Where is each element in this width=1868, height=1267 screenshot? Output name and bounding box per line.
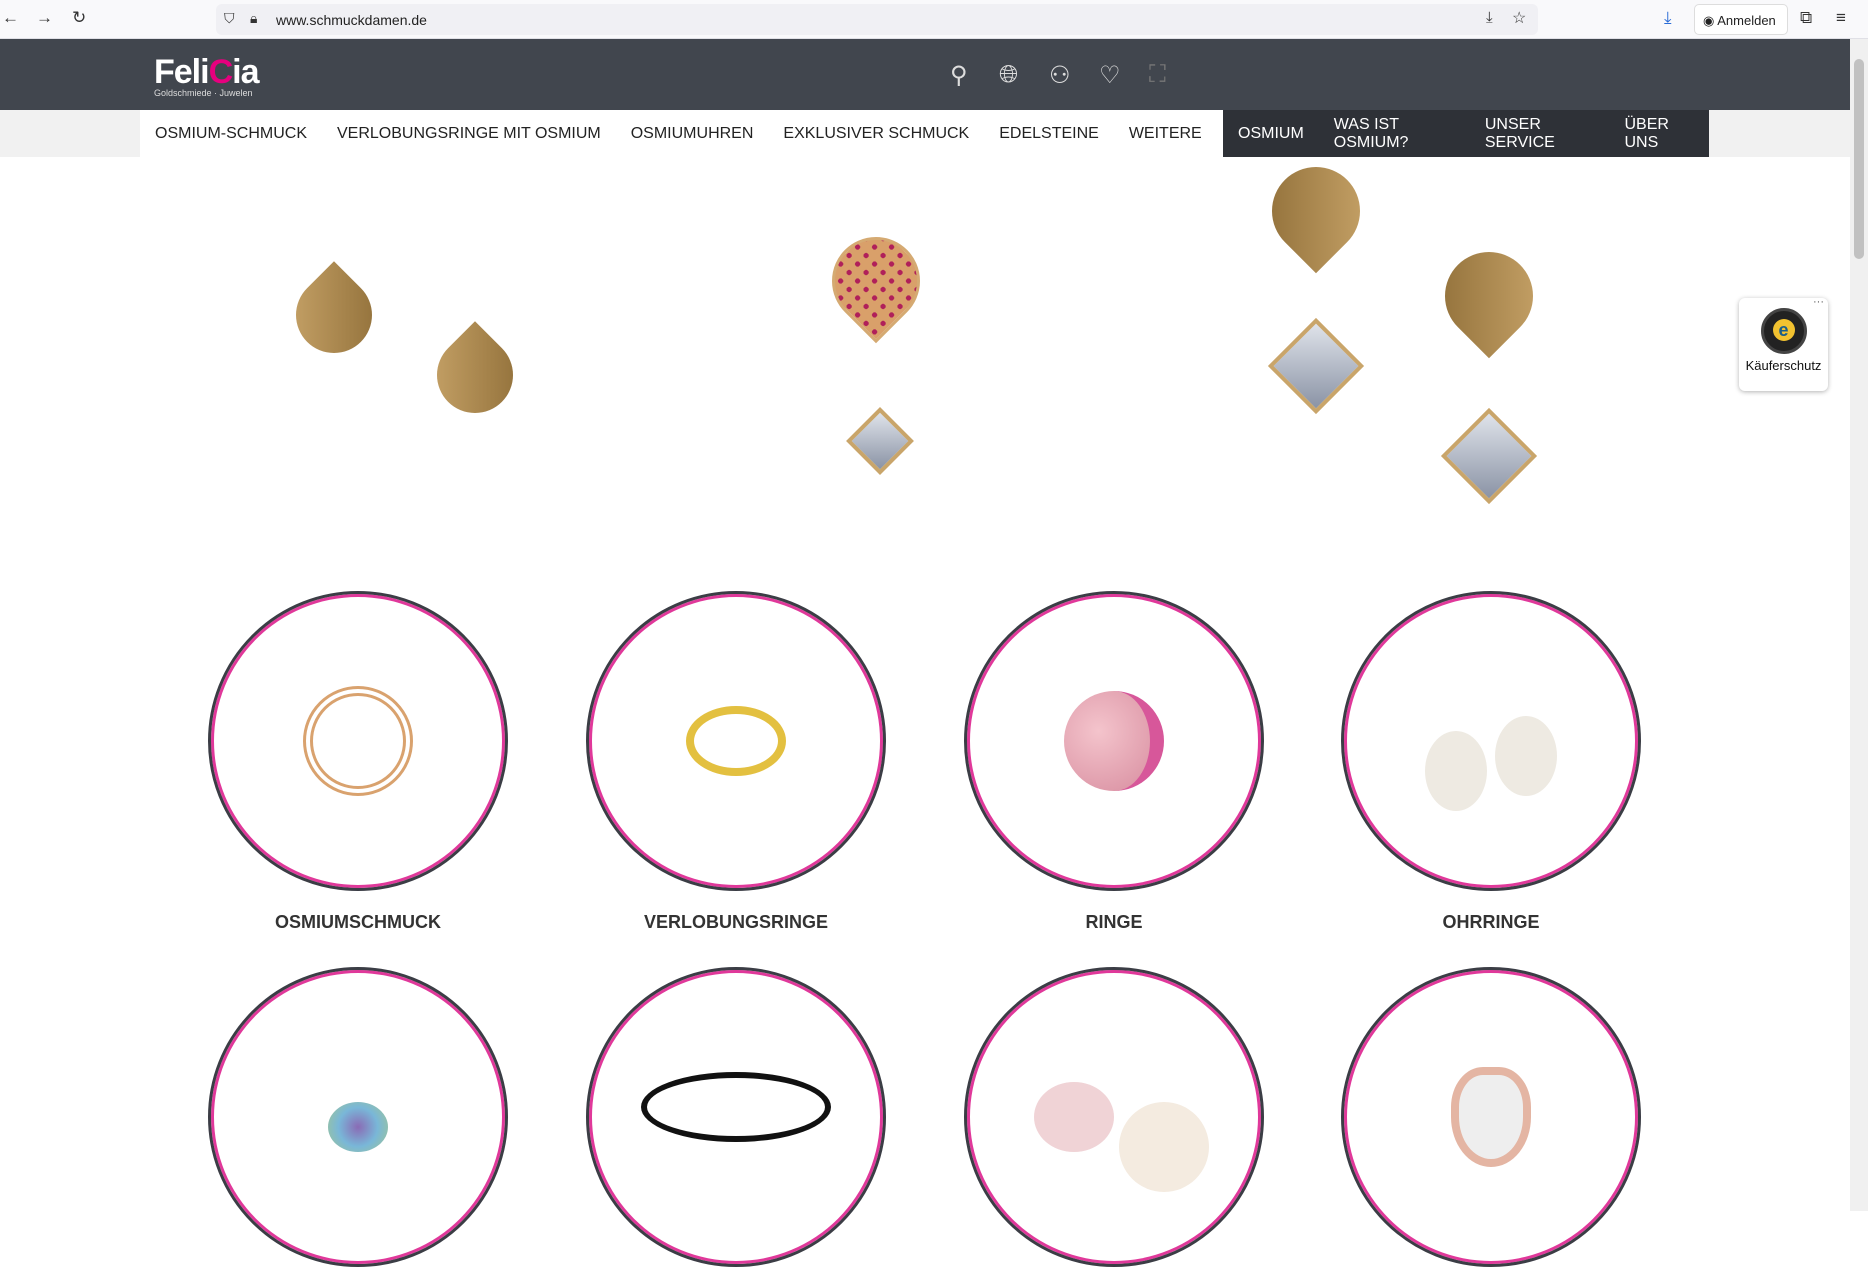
shield-icon: ⛉	[224, 10, 235, 26]
earring-diamond-image	[1267, 317, 1365, 415]
category-osmiumschmuck[interactable]: OSMIUMSCHMUCK	[208, 591, 508, 933]
ring-image	[303, 686, 413, 796]
menu-icon[interactable]: ≡	[1836, 8, 1846, 28]
category-ohrringe[interactable]: OHRRINGE	[1341, 591, 1641, 933]
nav-edelsteine[interactable]: EDELSTEINE	[984, 125, 1114, 143]
heart-icon[interactable]: ♡	[1099, 61, 1121, 90]
pendant-diamond-image	[846, 407, 914, 475]
browser-toolbar: ← → ↻ ⛉ 🔒︎ www.schmuckdamen.de ⤓ ☆ ⤓ ◉ A…	[0, 0, 1868, 39]
felicia-logo[interactable]: FeliCia Goldschmiede · Juwelen	[154, 53, 260, 98]
category-label[interactable]: OHRRINGE	[1341, 912, 1641, 933]
category-tile[interactable]	[1341, 967, 1641, 1267]
nav-verlobungsringe[interactable]: VERLOBUNGSRINGE MIT OSMIUM	[322, 125, 616, 143]
signin-label: Anmelden	[1717, 13, 1776, 28]
category-tile[interactable]	[964, 967, 1264, 1267]
globe-icon[interactable]: 🌐︎	[999, 61, 1018, 89]
lock-icon: 🔒︎	[250, 10, 258, 26]
ring-image	[1064, 691, 1164, 791]
hero-banner-image[interactable]	[0, 148, 1850, 548]
user-icon[interactable]: ⚇	[1049, 61, 1071, 90]
signin-button[interactable]: ◉ Anmelden	[1694, 4, 1788, 35]
pendant-image	[1119, 1102, 1209, 1192]
nav-osmium[interactable]: OSMIUM	[1223, 125, 1319, 143]
scrollbar-thumb[interactable]	[1854, 59, 1864, 259]
bookmark-star-icon[interactable]: ☆	[1512, 8, 1526, 28]
reload-icon[interactable]: ↻	[72, 8, 86, 28]
nav-was-ist-osmium[interactable]: WAS IST OSMIUM?	[1319, 116, 1470, 152]
nav-osmium-schmuck[interactable]: OSMIUM-SCHMUCK	[140, 125, 322, 143]
nav-osmiumuhren[interactable]: OSMIUMUHREN	[616, 125, 769, 143]
forward-icon[interactable]: →	[36, 8, 53, 28]
trusted-shops-seal-icon: e	[1760, 308, 1807, 354]
scrollbar[interactable]	[1850, 39, 1868, 1211]
earring-image	[1426, 233, 1552, 359]
more-icon[interactable]: ···	[1813, 296, 1824, 308]
earring-image	[1425, 731, 1487, 811]
earring-image	[1253, 148, 1379, 274]
download-icon[interactable]: ⤓	[1664, 8, 1672, 28]
bag-icon[interactable]: ⛶	[1149, 61, 1166, 89]
nav-ueber-uns[interactable]: ÜBER UNS	[1609, 116, 1709, 152]
earring-diamond-image	[1440, 407, 1538, 505]
ring-image	[686, 706, 786, 776]
save-page-icon[interactable]: ⤓	[1486, 9, 1493, 26]
badge-label: Käuferschutz	[1745, 358, 1822, 373]
nav-unser-service[interactable]: UNSER SERVICE	[1470, 116, 1610, 152]
account-icon: ◉	[1703, 13, 1715, 28]
search-icon[interactable]: ⚲	[950, 61, 968, 90]
category-label[interactable]: RINGE	[964, 912, 1264, 933]
url-text[interactable]: www.schmuckdamen.de	[276, 12, 427, 28]
earring-image	[1495, 716, 1557, 796]
bracelet-image	[641, 1072, 831, 1142]
category-label[interactable]: OSMIUMSCHMUCK	[208, 912, 508, 933]
earring-image	[421, 321, 529, 429]
pendant-image	[1034, 1082, 1114, 1152]
back-icon[interactable]: ←	[2, 8, 19, 28]
site-header: FeliCia Goldschmiede · Juwelen ⚲ 🌐︎ ⚇ ♡ ⛶	[0, 39, 1850, 110]
ring-image	[1451, 1067, 1531, 1167]
category-tile[interactable]	[208, 967, 508, 1267]
earring-image	[280, 261, 388, 369]
category-ringe[interactable]: RINGE	[964, 591, 1264, 933]
extensions-icon[interactable]: ⧉	[1800, 8, 1812, 28]
category-verlobungsringe[interactable]: VERLOBUNGSRINGE	[586, 591, 886, 933]
address-bar[interactable]: ⛉ 🔒︎ www.schmuckdamen.de ⤓ ☆	[216, 4, 1538, 35]
category-tile[interactable]	[586, 967, 886, 1267]
nav-exklusiver-schmuck[interactable]: EXKLUSIVER SCHMUCK	[768, 125, 984, 143]
pendant-image	[813, 218, 939, 344]
nav-weitere[interactable]: WEITERE	[1114, 125, 1217, 143]
pendant-image	[328, 1102, 388, 1152]
trusted-shops-badge[interactable]: ··· e Käuferschutz	[1739, 296, 1828, 391]
category-label[interactable]: VERLOBUNGSRINGE	[586, 912, 886, 933]
main-nav: OSMIUM-SCHMUCK VERLOBUNGSRINGE MIT OSMIU…	[0, 110, 1850, 157]
